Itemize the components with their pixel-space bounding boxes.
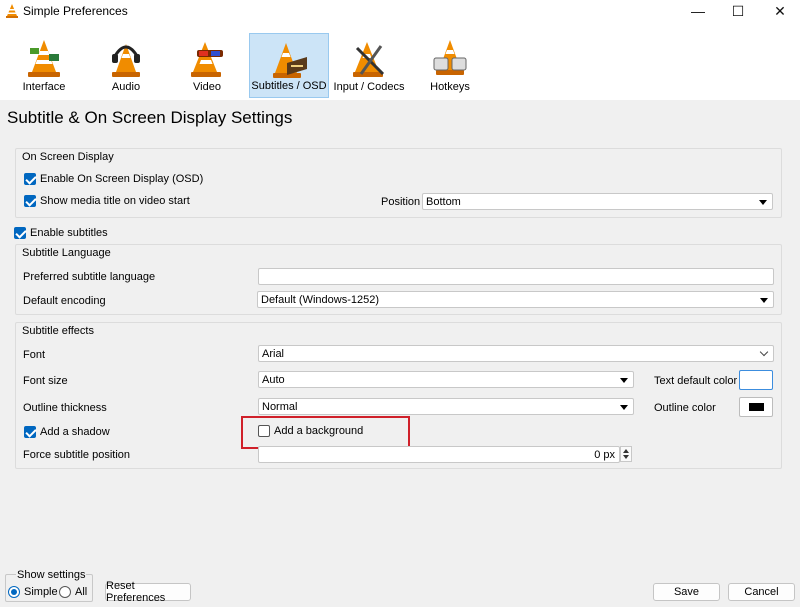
preferred-language-label: Preferred subtitle language (23, 271, 156, 283)
outline-thickness-select[interactable]: Normal (258, 398, 634, 415)
font-size-select[interactable]: Auto (258, 371, 634, 388)
enable-osd-label[interactable]: Enable On Screen Display (OSD) (40, 173, 203, 185)
all-radio[interactable] (59, 586, 71, 598)
add-shadow-label[interactable]: Add a shadow (40, 426, 110, 438)
add-background-checkbox[interactable] (258, 425, 270, 437)
outline-thickness-label: Outline thickness (23, 402, 107, 414)
minimize-icon: — (691, 3, 705, 19)
close-icon: ✕ (774, 2, 786, 19)
tab-hotkeys[interactable]: Hotkeys (411, 33, 489, 98)
window-title: Simple Preferences (23, 4, 128, 18)
font-size-label: Font size (23, 375, 68, 387)
position-label: Position (381, 196, 421, 208)
add-shadow-checkbox[interactable] (24, 426, 36, 438)
font-value: Arial (262, 348, 285, 360)
cancel-label: Cancel (744, 586, 779, 598)
add-background-label[interactable]: Add a background (274, 425, 363, 437)
spin-buttons[interactable] (620, 446, 632, 462)
minimize-button[interactable]: — (678, 0, 718, 22)
outline-color-button[interactable] (739, 397, 773, 417)
tab-label: Input / Codecs (333, 81, 405, 93)
text-color-swatch (743, 374, 769, 386)
all-radio-label[interactable]: All (75, 586, 87, 598)
reset-preferences-label: Reset Preferences (106, 580, 166, 604)
simple-radio-label[interactable]: Simple (24, 586, 58, 598)
tab-label: Video (193, 81, 221, 93)
maximize-icon: ☐ (731, 2, 745, 19)
position-select[interactable]: Bottom (422, 193, 773, 210)
preferred-language-input[interactable] (258, 268, 774, 285)
tab-video[interactable]: Video (168, 33, 246, 98)
text-default-color-label: Text default color (654, 375, 738, 387)
subtitle-language-group-title: Subtitle Language (22, 247, 111, 259)
save-label: Save (673, 586, 700, 598)
dropdown-arrow-icon (620, 378, 628, 383)
default-encoding-value: Default (Windows-1252) (261, 294, 379, 306)
tab-input-codecs[interactable]: Input / Codecs (331, 33, 407, 98)
show-media-title-label[interactable]: Show media title on video start (40, 195, 190, 207)
cone-subtitles-icon (273, 43, 307, 78)
cone-tools-icon (353, 42, 385, 77)
maximize-button[interactable]: ☐ (718, 0, 758, 22)
cone-interface-icon (28, 40, 60, 77)
position-value: Bottom (426, 196, 461, 208)
page-title: Subtitle & On Screen Display Settings (7, 108, 293, 127)
tab-subtitles-osd[interactable]: Subtitles / OSD (249, 33, 329, 98)
osd-group-title: On Screen Display (22, 151, 114, 163)
vlc-cone-icon (6, 4, 18, 18)
enable-subtitles-checkbox[interactable] (14, 227, 26, 239)
cone-glasses-icon (191, 42, 223, 77)
enable-osd-checkbox[interactable] (24, 173, 36, 185)
simple-radio[interactable] (8, 586, 20, 598)
category-toolbar: Interface Audio Video Subtitles / OSD In… (0, 22, 800, 100)
dropdown-arrow-icon (760, 298, 768, 303)
tab-label: Audio (111, 81, 141, 93)
subtitle-effects-group-title: Subtitle effects (22, 325, 94, 337)
cone-hotkeys-icon (433, 40, 467, 75)
force-position-value: 0 px (594, 449, 615, 461)
show-settings-label: Show settings (16, 569, 87, 581)
save-button[interactable]: Save (653, 583, 720, 601)
title-bar: Simple Preferences — ☐ ✕ (0, 0, 800, 22)
default-encoding-label: Default encoding (23, 295, 106, 307)
tab-interface[interactable]: Interface (5, 33, 83, 98)
spin-up-down-icon (620, 446, 632, 462)
font-size-value: Auto (262, 374, 285, 386)
close-button[interactable]: ✕ (760, 0, 800, 22)
force-position-spinbox[interactable]: 0 px (258, 446, 620, 463)
reset-preferences-button[interactable]: Reset Preferences (105, 580, 191, 604)
font-select[interactable]: Arial (258, 345, 774, 362)
cancel-button[interactable]: Cancel (728, 583, 795, 601)
show-media-title-checkbox[interactable] (24, 195, 36, 207)
outline-thickness-value: Normal (262, 401, 298, 413)
dropdown-arrow-icon (759, 200, 767, 205)
outline-color-label: Outline color (654, 402, 716, 414)
force-position-label: Force subtitle position (23, 449, 130, 461)
text-default-color-button[interactable] (739, 370, 773, 390)
enable-subtitles-label[interactable]: Enable subtitles (30, 227, 108, 239)
outline-color-swatch (749, 403, 764, 411)
font-label: Font (23, 349, 46, 361)
tab-label: Subtitles / OSD (251, 80, 327, 92)
tab-audio[interactable]: Audio (87, 33, 165, 98)
tab-label: Hotkeys (430, 81, 470, 93)
cone-headphones-icon (112, 44, 140, 77)
dropdown-arrow-icon (620, 405, 628, 410)
chevron-down-icon (759, 347, 769, 357)
default-encoding-select[interactable]: Default (Windows-1252) (257, 291, 774, 308)
tab-label: Interface (22, 81, 66, 93)
